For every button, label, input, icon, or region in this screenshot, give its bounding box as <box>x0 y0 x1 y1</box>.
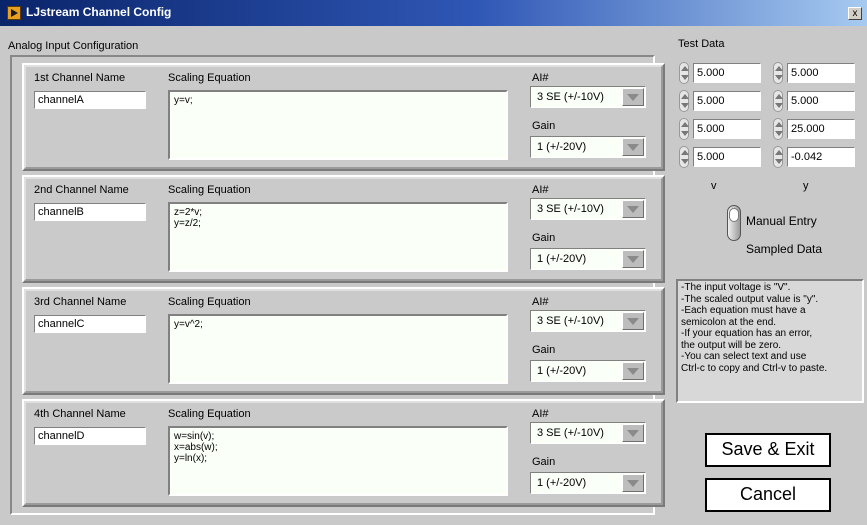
ai-select-value: 3 SE (+/-10V) <box>537 91 604 103</box>
ai-label: AI# <box>532 72 549 84</box>
save-exit-button[interactable]: Save & Exit <box>705 433 831 467</box>
y-spin-3-icon[interactable] <box>773 118 783 140</box>
y-output-2[interactable]: 5.000 <box>787 91 855 111</box>
scaling-equation-input[interactable]: y=v^2; <box>168 314 508 384</box>
ai-select-value: 3 SE (+/-10V) <box>537 315 604 327</box>
title-bar: LJstream Channel Config x <box>0 0 867 26</box>
v-input-1[interactable]: 5.000 <box>693 63 761 83</box>
v-column-label: v <box>711 180 717 192</box>
channel-panel-1: 1st Channel Name channelA Scaling Equati… <box>22 63 665 171</box>
channel-name-label: 2nd Channel Name <box>34 184 129 196</box>
gain-select[interactable]: 1 (+/-20V) <box>530 248 646 270</box>
channel-name-label: 4th Channel Name <box>34 408 126 420</box>
sampled-data-label: Sampled Data <box>746 242 823 256</box>
y-spin-4-icon[interactable] <box>773 146 783 168</box>
help-line: -The input voltage is "V". <box>681 282 791 293</box>
scaling-equation-label: Scaling Equation <box>168 408 251 420</box>
y-output-4[interactable]: -0.042 <box>787 147 855 167</box>
chevron-down-icon[interactable] <box>622 200 644 218</box>
gain-select[interactable]: 1 (+/-20V) <box>530 472 646 494</box>
test-data-grid: 5.000 5.000 5.000 5.000 5.000 25.000 5.0… <box>676 58 864 172</box>
y-spin-1-icon[interactable] <box>773 62 783 84</box>
chevron-down-icon[interactable] <box>622 424 644 442</box>
scaling-equation-label: Scaling Equation <box>168 72 251 84</box>
v-input-4[interactable]: 5.000 <box>693 147 761 167</box>
v-input-3[interactable]: 5.000 <box>693 119 761 139</box>
window-title: LJstream Channel Config <box>26 5 172 19</box>
scaling-equation-label: Scaling Equation <box>168 296 251 308</box>
analog-section-label: Analog Input Configuration <box>8 40 139 52</box>
chevron-down-icon[interactable] <box>622 362 644 380</box>
gain-select[interactable]: 1 (+/-20V) <box>530 360 646 382</box>
ai-label: AI# <box>532 408 549 420</box>
ai-select[interactable]: 3 SE (+/-10V) <box>530 310 646 332</box>
scaling-equation-input[interactable]: w=sin(v); x=abs(w); y=ln(x); <box>168 426 508 496</box>
y-column-label: y <box>803 180 809 192</box>
help-line: the output will be zero. <box>681 339 782 351</box>
ai-label: AI# <box>532 296 549 308</box>
gain-select[interactable]: 1 (+/-20V) <box>530 136 646 158</box>
gain-select-value: 1 (+/-20V) <box>537 477 587 489</box>
cancel-button[interactable]: Cancel <box>705 478 831 512</box>
y-output-3[interactable]: 25.000 <box>787 119 855 139</box>
gain-select-value: 1 (+/-20V) <box>537 141 587 153</box>
v-spin-1-icon[interactable] <box>679 62 689 84</box>
chevron-down-icon[interactable] <box>622 138 644 156</box>
scaling-equation-label: Scaling Equation <box>168 184 251 196</box>
chevron-down-icon[interactable] <box>622 474 644 492</box>
v-spin-3-icon[interactable] <box>679 118 689 140</box>
channel-panel-4: 4th Channel Name channelD Scaling Equati… <box>22 399 665 507</box>
channel-name-input[interactable]: channelA <box>34 91 146 109</box>
gain-label: Gain <box>532 344 556 356</box>
v-input-2[interactable]: 5.000 <box>693 91 761 111</box>
app-icon <box>7 6 21 20</box>
scaling-equation-input[interactable]: y=v; <box>168 90 508 160</box>
manual-entry-label: Manual Entry <box>746 214 817 228</box>
y-spin-2-icon[interactable] <box>773 90 783 112</box>
ai-select[interactable]: 3 SE (+/-10V) <box>530 198 646 220</box>
help-line: -If your equation has an error, <box>681 328 813 339</box>
gain-select-value: 1 (+/-20V) <box>537 253 587 265</box>
ai-select[interactable]: 3 SE (+/-10V) <box>530 86 646 108</box>
channel-name-label: 3rd Channel Name <box>34 296 127 308</box>
v-spin-4-icon[interactable] <box>679 146 689 168</box>
help-line: -Each equation must have a <box>681 305 806 316</box>
chevron-down-icon[interactable] <box>622 88 644 106</box>
gain-select-value: 1 (+/-20V) <box>537 365 587 377</box>
help-line: -The scaled output value is "y". <box>681 293 819 305</box>
chevron-down-icon[interactable] <box>622 250 644 268</box>
ai-select-value: 3 SE (+/-10V) <box>537 427 604 439</box>
channel-panel-3: 3rd Channel Name channelC Scaling Equati… <box>22 287 665 395</box>
help-line: -You can select text and use <box>681 351 807 362</box>
gain-label: Gain <box>532 456 556 468</box>
help-line: Ctrl-c to copy and Ctrl-v to paste. <box>681 362 828 374</box>
y-output-1[interactable]: 5.000 <box>787 63 855 83</box>
channel-name-input[interactable]: channelC <box>34 315 146 333</box>
analog-input-group: 1st Channel Name channelA Scaling Equati… <box>10 55 665 515</box>
ai-label: AI# <box>532 184 549 196</box>
test-data-label: Test Data <box>678 38 725 50</box>
gain-label: Gain <box>532 120 556 132</box>
channel-panel-2: 2nd Channel Name channelB Scaling Equati… <box>22 175 665 283</box>
mode-toggle-switch[interactable] <box>727 205 741 241</box>
ai-select[interactable]: 3 SE (+/-10V) <box>530 422 646 444</box>
help-text-box: -The input voltage is "V". -The scaled o… <box>676 279 864 403</box>
channel-name-input[interactable]: channelD <box>34 427 146 445</box>
channel-name-label: 1st Channel Name <box>34 72 126 84</box>
ai-select-value: 3 SE (+/-10V) <box>537 203 604 215</box>
help-line: semicolon at the end. <box>681 316 777 328</box>
scaling-equation-input[interactable]: z=2*v; y=z/2; <box>168 202 508 272</box>
v-spin-2-icon[interactable] <box>679 90 689 112</box>
gain-label: Gain <box>532 232 556 244</box>
chevron-down-icon[interactable] <box>622 312 644 330</box>
close-button[interactable]: x <box>848 7 862 20</box>
toggle-knob-icon <box>729 208 739 222</box>
channel-name-input[interactable]: channelB <box>34 203 146 221</box>
